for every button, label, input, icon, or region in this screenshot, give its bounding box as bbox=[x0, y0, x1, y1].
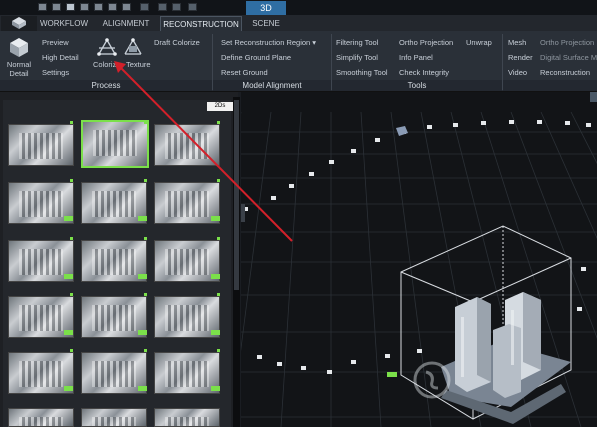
tab-scene[interactable]: SCENE bbox=[246, 16, 286, 31]
camera-icon bbox=[396, 126, 408, 136]
image-index-tag bbox=[211, 330, 220, 335]
smoothing-tool-button[interactable]: Smoothing Tool bbox=[336, 68, 388, 77]
status-dot bbox=[217, 179, 220, 182]
normal-detail-button[interactable]: Normal Detail bbox=[4, 60, 34, 78]
new-icon[interactable] bbox=[38, 3, 47, 11]
status-dot bbox=[217, 121, 220, 124]
status-dot bbox=[70, 121, 73, 124]
status-dot bbox=[217, 293, 220, 296]
open-icon[interactable] bbox=[52, 3, 61, 11]
model-alignment-group-label: Model Alignment bbox=[213, 80, 331, 91]
layout-icon[interactable] bbox=[66, 3, 75, 11]
image-thumbnail-selected[interactable] bbox=[81, 120, 149, 168]
status-dot bbox=[70, 349, 73, 352]
image-thumbnail[interactable] bbox=[8, 408, 74, 427]
colorize-button[interactable]: Colorize bbox=[93, 60, 121, 69]
image-index-tag bbox=[211, 274, 220, 279]
image-index-tag bbox=[64, 386, 73, 391]
image-index-tag bbox=[138, 386, 147, 391]
camera-label-tag bbox=[387, 372, 397, 377]
image-index-tag bbox=[138, 216, 147, 221]
view-2ds-tag[interactable]: 2Ds bbox=[207, 102, 233, 111]
status-dot bbox=[217, 349, 220, 352]
status-dot bbox=[144, 179, 147, 182]
redo-icon[interactable] bbox=[172, 3, 181, 11]
tab-workflow[interactable]: WORKFLOW bbox=[40, 16, 88, 31]
image-index-tag bbox=[211, 386, 220, 391]
view-3d-badge[interactable]: 3D bbox=[246, 1, 286, 15]
ribbon-tabs: WORKFLOW ALIGNMENT RECONSTRUCTION SCENE bbox=[0, 15, 597, 31]
texture-button[interactable]: Texture bbox=[126, 60, 151, 69]
viewport-corner-indicator bbox=[590, 92, 597, 102]
image-thumbnail[interactable] bbox=[81, 408, 147, 427]
help-icon[interactable] bbox=[188, 3, 197, 11]
app-logo-icon bbox=[12, 17, 26, 29]
colorize-icon bbox=[97, 38, 117, 56]
status-dot bbox=[70, 293, 73, 296]
draft-colorize-button[interactable]: Draft Colorize bbox=[154, 38, 200, 47]
image-thumbnail[interactable] bbox=[8, 124, 74, 166]
digital-surface-model-button[interactable]: Digital Surface Model bbox=[540, 53, 597, 62]
status-dot bbox=[70, 237, 73, 240]
set-reconstruction-region-button[interactable]: Set Reconstruction Region ▾ bbox=[221, 38, 316, 47]
image-thumbnail[interactable] bbox=[154, 408, 220, 427]
settings-icon[interactable] bbox=[140, 3, 149, 11]
preview-button[interactable]: Preview bbox=[42, 38, 69, 47]
reset-ground-button[interactable]: Reset Ground bbox=[221, 68, 268, 77]
filtering-tool-button[interactable]: Filtering Tool bbox=[336, 38, 378, 47]
video-button[interactable]: Video bbox=[508, 68, 527, 77]
status-dot bbox=[217, 237, 220, 240]
status-dot bbox=[70, 179, 73, 182]
layout-5-icon[interactable] bbox=[122, 3, 131, 11]
tools-group-label: Tools bbox=[332, 80, 502, 91]
unwrap-button[interactable]: Unwrap bbox=[466, 38, 492, 47]
export-group-label bbox=[503, 80, 597, 91]
info-panel-button[interactable]: Info Panel bbox=[399, 53, 433, 62]
settings-button[interactable]: Settings bbox=[42, 68, 69, 77]
image-thumbnail[interactable] bbox=[154, 124, 220, 166]
status-dot bbox=[144, 121, 147, 124]
tab-reconstruction[interactable]: RECONSTRUCTION bbox=[160, 16, 242, 31]
ortho-projection-button[interactable]: Ortho Projection bbox=[399, 38, 453, 47]
define-ground-plane-button[interactable]: Define Ground Plane bbox=[221, 53, 291, 62]
tab-alignment[interactable]: ALIGNMENT bbox=[96, 16, 156, 31]
title-bar: 3D bbox=[0, 0, 597, 15]
texture-icon bbox=[124, 38, 142, 55]
reconstruction-export-button[interactable]: Reconstruction bbox=[540, 68, 590, 77]
mesh-button[interactable]: Mesh bbox=[508, 38, 526, 47]
city-model bbox=[441, 292, 571, 424]
viewport-edge-handle bbox=[241, 204, 245, 222]
status-dot bbox=[144, 293, 147, 296]
layout-3-icon[interactable] bbox=[94, 3, 103, 11]
high-detail-button[interactable]: High Detail bbox=[42, 53, 79, 62]
image-index-tag bbox=[64, 274, 73, 279]
undo-icon[interactable] bbox=[158, 3, 167, 11]
layout-2-icon[interactable] bbox=[80, 3, 89, 11]
process-group-label: Process bbox=[0, 80, 212, 91]
images-scrollbar-thumb[interactable] bbox=[234, 100, 239, 290]
image-index-tag bbox=[138, 330, 147, 335]
status-dot bbox=[144, 237, 147, 240]
check-integrity-button[interactable]: Check Integrity bbox=[399, 68, 449, 77]
image-index-tag bbox=[211, 216, 220, 221]
simplify-tool-button[interactable]: Simplify Tool bbox=[336, 53, 378, 62]
cube-icon bbox=[10, 38, 28, 57]
status-dot bbox=[144, 349, 147, 352]
layout-4-icon[interactable] bbox=[108, 3, 117, 11]
watermark-logo-icon bbox=[413, 361, 451, 399]
render-button[interactable]: Render bbox=[508, 53, 533, 62]
image-index-tag bbox=[138, 274, 147, 279]
ortho-projection-export-button[interactable]: Ortho Projection bbox=[540, 38, 594, 47]
app-menu-button[interactable] bbox=[1, 16, 37, 31]
image-index-tag bbox=[64, 216, 73, 221]
image-index-tag bbox=[64, 330, 73, 335]
